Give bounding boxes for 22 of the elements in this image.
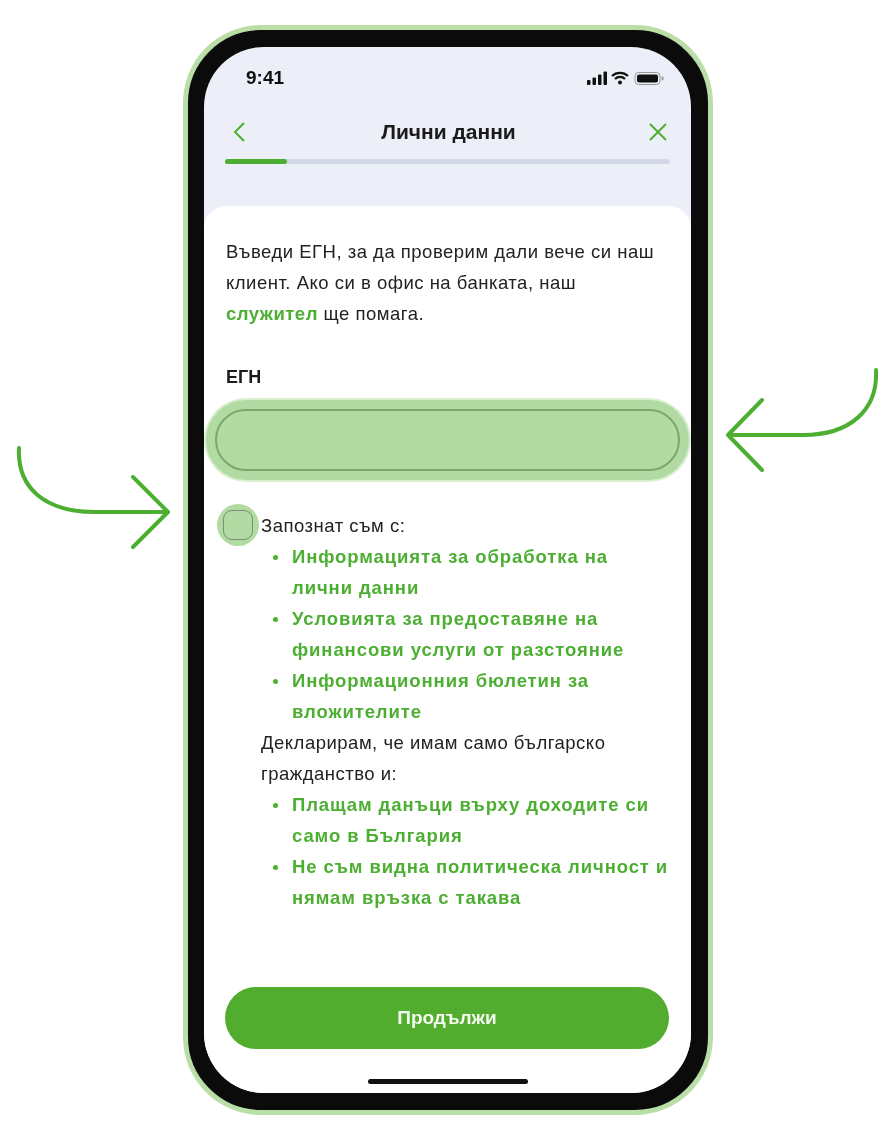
- document-link[interactable]: Не съм видна политическа личност и нямам връзка с такава: [292, 851, 669, 913]
- consent-text: Запознат съм с:: [261, 514, 407, 538]
- bullet-icon: [273, 865, 278, 870]
- screen-title: Лични данни: [381, 120, 516, 144]
- signal-icon: [587, 71, 607, 85]
- battery-icon: [634, 72, 664, 85]
- continue-button[interactable]: Продължи: [225, 987, 669, 1049]
- egn-input-field[interactable]: [215, 409, 680, 471]
- document-link[interactable]: Информацията за обработка на лични данни: [292, 541, 669, 603]
- bullet-icon: [273, 679, 278, 684]
- bullet-icon: [273, 803, 278, 808]
- document-link[interactable]: Условията за предоставяне на финансови услуги от разстояние: [292, 603, 669, 665]
- document-link[interactable]: Информационния бюлетин за вложителите: [292, 665, 669, 727]
- bullet-icon: [273, 617, 278, 622]
- intro-text: Въведи ЕГН, за да проверим дали вече си наш клиент. Ако си в офис на банката, наш служител ще помага.: [226, 240, 656, 326]
- consent-checkbox[interactable]: [223, 510, 253, 540]
- field-label: ЕГН: [226, 367, 263, 388]
- wifi-icon: [610, 71, 630, 85]
- status-time: 9:41: [246, 67, 285, 89]
- document-link[interactable]: Плащам данъци върху доходите си само в България: [292, 789, 669, 851]
- bullet-icon: [273, 555, 278, 560]
- declaration-text: Декларирам, че имам само българско гражданство и:: [261, 731, 607, 786]
